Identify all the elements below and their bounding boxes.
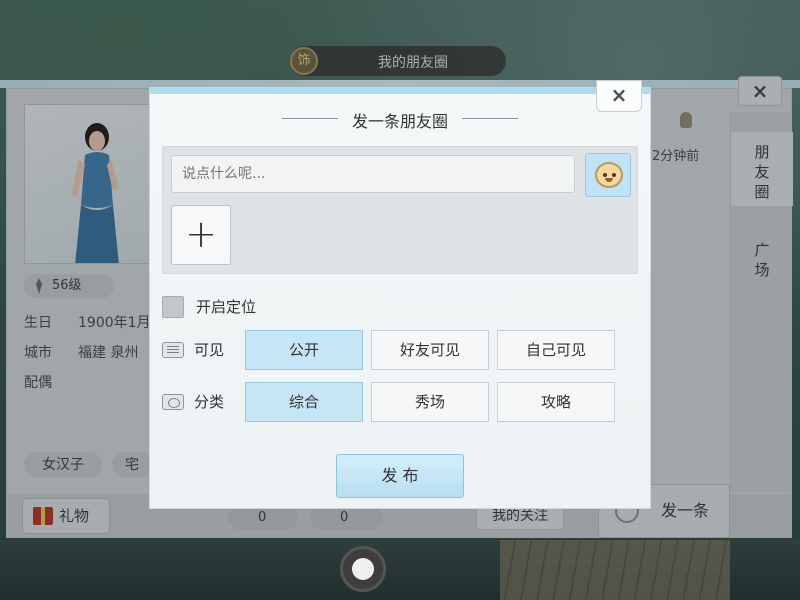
composer-area: +: [162, 146, 638, 274]
dialog-close-button[interactable]: ×: [596, 80, 642, 112]
category-option-show[interactable]: 秀场: [371, 382, 489, 422]
dialog-title: 发一条朋友圈: [351, 112, 448, 131]
location-label: 开启定位: [196, 298, 257, 316]
category-row: 分类 综合 秀场 攻略: [162, 382, 638, 422]
category-eye-icon: [162, 394, 184, 410]
visibility-option-friends[interactable]: 好友可见: [371, 330, 489, 370]
category-option-guide[interactable]: 攻略: [497, 382, 615, 422]
category-label: 分类: [194, 393, 225, 411]
visibility-option-self[interactable]: 自己可见: [497, 330, 615, 370]
home-button[interactable]: [340, 546, 386, 592]
title-decoration-right: [462, 118, 518, 119]
location-toggle[interactable]: 开启定位: [162, 296, 256, 318]
emoji-button[interactable]: [585, 153, 631, 197]
post-text-input[interactable]: [171, 155, 575, 193]
publish-button[interactable]: 发 布: [336, 454, 464, 498]
category-option-general[interactable]: 综合: [245, 382, 363, 422]
location-checkbox[interactable]: [162, 296, 184, 318]
compose-dialog: 发一条朋友圈 + 开启定位 可见 公开 好友可见 自己可见 分类 综合 秀场 攻…: [150, 88, 650, 508]
visibility-list-icon: [162, 342, 184, 358]
add-image-button[interactable]: +: [171, 205, 231, 265]
emoji-face-icon: [595, 162, 623, 188]
visibility-label: 可见: [194, 341, 225, 359]
visibility-row: 可见 公开 好友可见 自己可见: [162, 330, 638, 370]
visibility-option-public[interactable]: 公开: [245, 330, 363, 370]
